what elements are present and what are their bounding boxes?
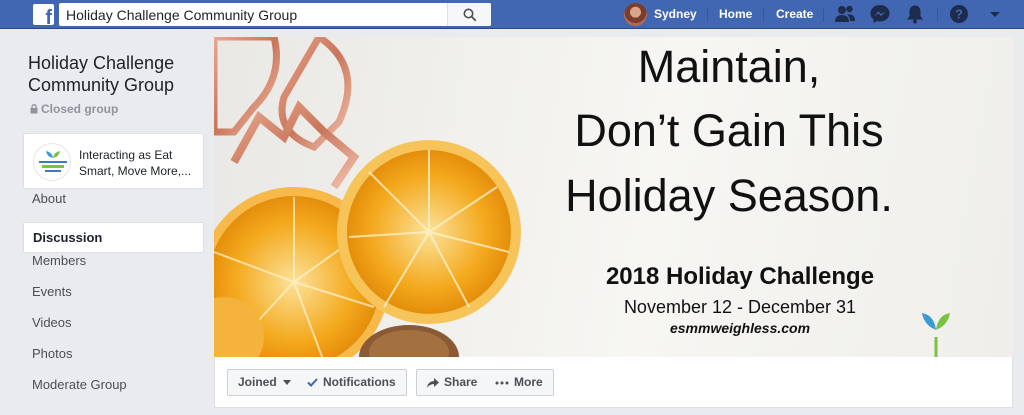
page-logo <box>33 143 71 181</box>
friend-requests-icon[interactable] <box>834 4 856 24</box>
nav-divider <box>707 8 708 22</box>
nav-divider <box>937 8 938 22</box>
cover-headline-line: Don’t Gain This <box>574 105 884 156</box>
sidebar-item-photos[interactable]: Photos <box>23 346 204 377</box>
messenger-icon[interactable] <box>869 4 891 24</box>
nav-divider <box>763 8 764 22</box>
interacting-as-text: Interacting as Eat Smart, Move More,... <box>79 147 201 179</box>
account-menu-chevron-down-icon[interactable] <box>984 4 1006 24</box>
chevron-down-icon <box>282 380 291 386</box>
cover-dates: November 12 - December 31 <box>623 297 857 317</box>
cover-photo[interactable]: Maintain, Don’t Gain This Holiday Season… <box>214 37 1013 357</box>
sidebar-item-about[interactable]: About <box>23 191 204 222</box>
sidebar-item-discussion[interactable]: Discussion <box>23 222 204 253</box>
cover-headline-line: Maintain, <box>637 41 821 92</box>
group-title-line: Holiday Challenge <box>28 53 175 73</box>
privacy-label: Closed group <box>41 102 119 116</box>
help-icon[interactable]: ? <box>948 4 970 24</box>
interacting-as-line: Interacting as Eat <box>79 148 173 162</box>
joined-label: Joined <box>238 375 277 389</box>
group-sidebar-nav: About Discussion Members Events Videos P… <box>23 191 204 408</box>
lock-icon <box>30 104 38 114</box>
search-button[interactable] <box>447 3 491 26</box>
notifications-button[interactable]: Notifications <box>297 369 407 396</box>
create-link[interactable]: Create <box>776 7 813 21</box>
top-navigation-bar: f Sydney Home Create ? <box>0 0 1024 29</box>
interacting-as-line: Smart, Move More,... <box>79 164 192 178</box>
cover-subtitle: 2018 Holiday Challenge <box>605 263 875 290</box>
group-action-bar: Joined Notifications Share More <box>214 357 1013 408</box>
notifications-label: Notifications <box>323 375 396 389</box>
sidebar-item-events[interactable]: Events <box>23 284 204 315</box>
sidebar-item-moderate-group[interactable]: Moderate Group <box>23 377 204 408</box>
home-link[interactable]: Home <box>719 7 752 21</box>
search-icon <box>463 8 477 22</box>
nav-divider <box>823 8 824 22</box>
checkmark-icon <box>307 378 318 388</box>
group-privacy-status[interactable]: Closed group <box>30 102 118 116</box>
user-name: Sydney <box>654 7 697 21</box>
search-input[interactable] <box>59 3 457 26</box>
notifications-bell-icon[interactable] <box>904 4 926 24</box>
share-label: Share <box>444 375 478 389</box>
cover-url: esmmweighless.com <box>669 320 811 336</box>
facebook-logo-icon[interactable]: f <box>33 4 54 25</box>
sidebar-item-members[interactable]: Members <box>23 253 204 284</box>
group-title[interactable]: Holiday Challenge Community Group <box>28 52 208 96</box>
joined-button[interactable]: Joined <box>227 369 302 396</box>
group-title-line: Community Group <box>28 75 175 95</box>
search-box <box>59 3 491 26</box>
interacting-as-selector[interactable]: Interacting as Eat Smart, Move More,... <box>23 133 204 189</box>
avatar <box>624 3 647 26</box>
cover-headline-line: Holiday Season. <box>565 170 893 221</box>
sidebar-item-videos[interactable]: Videos <box>23 315 204 346</box>
more-button[interactable]: More <box>485 369 554 396</box>
leaf-logo-icon <box>39 151 67 172</box>
share-button[interactable]: Share <box>416 369 489 396</box>
svg-text:?: ? <box>955 7 963 22</box>
share-arrow-icon <box>427 377 439 388</box>
more-dots-icon <box>495 381 509 385</box>
more-label: More <box>514 375 543 389</box>
